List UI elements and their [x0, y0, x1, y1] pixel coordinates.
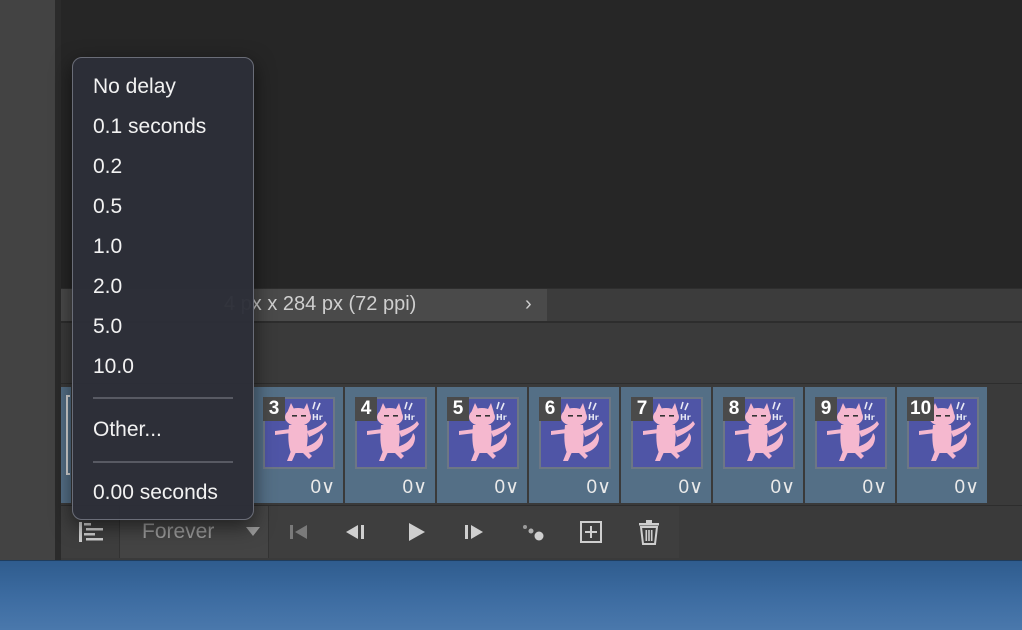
frame-6[interactable]: Hr 6 0∨ — [529, 387, 619, 503]
svg-text:Hr: Hr — [772, 413, 783, 422]
frame-7[interactable]: Hr 7 0∨ — [621, 387, 711, 503]
frame-delay-select[interactable]: 0∨ — [863, 476, 887, 499]
frame-9[interactable]: Hr 9 0∨ — [805, 387, 895, 503]
svg-text:Hr: Hr — [404, 413, 415, 422]
frame-10[interactable]: Hr 10 0∨ — [897, 387, 987, 503]
menu-item-current-delay[interactable]: 0.00 seconds — [73, 473, 253, 513]
svg-text:Hr: Hr — [312, 413, 323, 422]
frame-8[interactable]: Hr 8 0∨ — [713, 387, 803, 503]
frame-selection-outline — [66, 395, 70, 475]
menu-item-10-0[interactable]: 10.0 — [73, 347, 253, 387]
previous-frame-icon[interactable] — [334, 506, 378, 558]
menu-item-0-5[interactable]: 0.5 — [73, 187, 253, 227]
svg-text:Hr: Hr — [680, 413, 691, 422]
frame-3[interactable]: Hr 3 0∨ — [253, 387, 343, 503]
svg-text:Hr: Hr — [496, 413, 507, 422]
frame-delay-select[interactable]: 0∨ — [587, 476, 611, 499]
frame-number: 7 — [631, 397, 653, 421]
status-expand-icon[interactable]: › — [525, 293, 532, 316]
frame-delay-select[interactable]: 0∨ — [771, 476, 795, 499]
menu-item-1-0[interactable]: 1.0 — [73, 227, 253, 267]
duplicate-frame-icon[interactable] — [569, 506, 613, 558]
trash-icon[interactable] — [627, 506, 671, 558]
frame-delay-select[interactable]: 0∨ — [495, 476, 519, 499]
left-panel — [0, 0, 55, 560]
svg-text:Hr: Hr — [864, 413, 875, 422]
frame-number: 5 — [447, 397, 469, 421]
frame-number: 6 — [539, 397, 561, 421]
tween-icon[interactable] — [511, 506, 555, 558]
frame-number: 4 — [355, 397, 377, 421]
menu-item-other[interactable]: Other... — [73, 409, 253, 451]
menu-item-2-0[interactable]: 2.0 — [73, 267, 253, 307]
frame-number: 3 — [263, 397, 285, 421]
frame-delay-select[interactable]: 0∨ — [679, 476, 703, 499]
menu-item-0-1-seconds[interactable]: 0.1 seconds — [73, 107, 253, 147]
frame-delay-select[interactable]: 0∨ — [311, 476, 335, 499]
frame-delay-select[interactable]: 0∨ — [403, 476, 427, 499]
svg-text:Hr: Hr — [588, 413, 599, 422]
next-frame-icon[interactable] — [452, 506, 496, 558]
menu-separator — [93, 461, 233, 463]
menu-item-0-2[interactable]: 0.2 — [73, 147, 253, 187]
chevron-down-icon — [246, 527, 260, 536]
loop-value: Forever — [142, 520, 215, 543]
frame-delay-select[interactable]: 0∨ — [955, 476, 979, 499]
desktop-background — [0, 560, 1022, 630]
frame-1[interactable] — [61, 387, 71, 503]
toolbar-empty-area — [679, 505, 1022, 558]
frame-number: 10 — [907, 397, 935, 421]
menu-item-no-delay[interactable]: No delay — [73, 67, 253, 107]
frame-5[interactable]: Hr 5 0∨ — [437, 387, 527, 503]
frame-number: 8 — [723, 397, 745, 421]
menu-item-5-0[interactable]: 5.0 — [73, 307, 253, 347]
first-frame-icon[interactable] — [277, 506, 321, 558]
frame-delay-menu: No delay 0.1 seconds 0.2 0.5 1.0 2.0 5.0… — [72, 57, 254, 520]
frame-4[interactable]: Hr 4 0∨ — [345, 387, 435, 503]
play-icon[interactable] — [394, 506, 438, 558]
svg-text:Hr: Hr — [956, 413, 967, 422]
frame-number: 9 — [815, 397, 837, 421]
menu-separator — [93, 397, 233, 399]
